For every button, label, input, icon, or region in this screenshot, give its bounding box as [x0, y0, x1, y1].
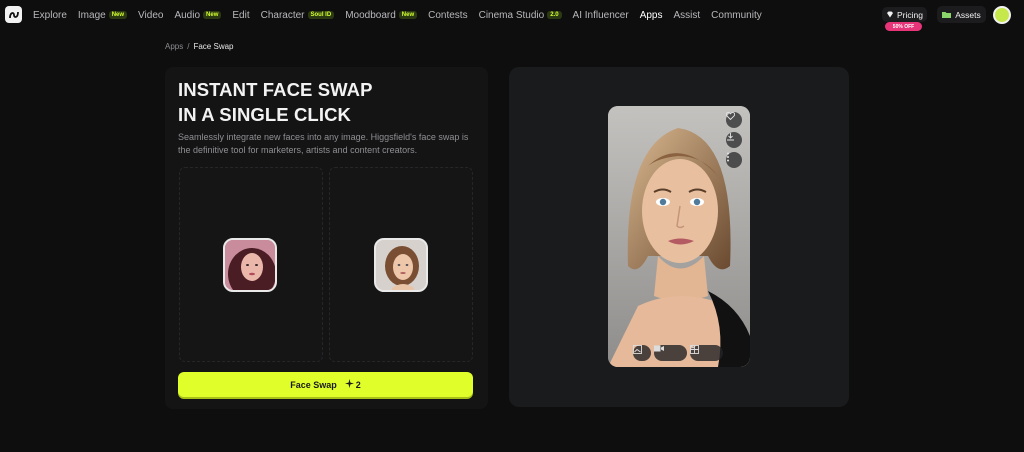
user-avatar[interactable]	[993, 6, 1011, 24]
breadcrumb-apps[interactable]: Apps	[165, 42, 183, 51]
sparkle-icon	[344, 379, 354, 390]
nav-assist[interactable]: Assist	[673, 10, 700, 21]
credits-cost: 2	[344, 379, 361, 390]
nav-video[interactable]: Video	[138, 10, 163, 21]
nav-menu: Explore Image New Video Audio New Edit Cha…	[33, 0, 773, 30]
nav-label: Contests	[428, 9, 468, 21]
new-badge: New	[108, 11, 128, 19]
download-button[interactable]	[726, 132, 742, 148]
face-swap-button-label: Face Swap	[290, 379, 337, 390]
nav-audio[interactable]: Audio New	[174, 9, 222, 21]
face-swap-button[interactable]: Face Swap 2	[178, 372, 473, 397]
nav-label: Video	[138, 9, 164, 21]
assets-label: Assets	[955, 9, 981, 20]
page-description: Seamlessly integrate new faces into any …	[178, 132, 469, 155]
nav-label: Audio	[174, 9, 201, 21]
nav-community[interactable]: Community	[711, 10, 762, 21]
more-options-button[interactable]	[726, 152, 742, 168]
nav-label: Cinema Studio	[478, 9, 545, 21]
nav-label: AI Influencer	[572, 9, 629, 21]
image-mode-button[interactable]	[633, 345, 651, 361]
breadcrumb-current: Face Swap	[193, 42, 234, 51]
nav-label: Apps	[639, 9, 663, 21]
target-image-thumbnail[interactable]	[374, 238, 428, 292]
video-mode-dropdown[interactable]	[654, 345, 687, 361]
soul-id-badge: Soul ID	[307, 11, 335, 19]
headline-line-2: IN A SINGLE CLICK	[178, 104, 351, 125]
nav-cinema-studio[interactable]: Cinema Studio 2.0	[479, 10, 562, 21]
nav-character[interactable]: Character Soul ID	[261, 10, 335, 21]
nav-label: Character	[260, 9, 305, 21]
assets-button[interactable]: Assets	[937, 6, 986, 23]
nav-ai-influencer[interactable]: AI Influencer	[573, 10, 629, 21]
discount-badge: 50% OFF	[885, 22, 922, 31]
nav-image[interactable]: Image New	[77, 9, 128, 21]
nav-label: Assist	[673, 9, 701, 21]
nav-label: Explore	[33, 9, 67, 21]
folder-icon	[942, 10, 952, 20]
layout-dropdown[interactable]	[690, 345, 723, 361]
credits-value: 2	[355, 379, 361, 390]
preview-image	[608, 106, 750, 367]
nav-label: Image	[77, 9, 106, 21]
nav-moodboard[interactable]: Moodboard New	[345, 9, 418, 21]
nav-label: Edit	[232, 9, 250, 21]
breadcrumb-separator: /	[187, 42, 190, 51]
new-badge: New	[203, 11, 222, 19]
nav-label: Community	[711, 9, 762, 21]
pricing-label: Pricing	[897, 9, 923, 20]
source-face-thumbnail[interactable]	[223, 238, 277, 292]
favorite-button[interactable]	[726, 112, 742, 128]
headline-line-1: INSTANT FACE SWAP	[178, 79, 373, 100]
page-title: INSTANT FACE SWAP IN A SINGLE CLICK	[178, 77, 478, 127]
nav-explore[interactable]: Explore	[33, 10, 67, 21]
logo-icon[interactable]	[5, 6, 22, 23]
breadcrumb: Apps / Face Swap	[165, 42, 234, 51]
new-badge: New	[398, 11, 418, 19]
nav-edit[interactable]: Edit	[232, 10, 249, 21]
nav-label: Moodboard	[345, 9, 396, 21]
version-badge: 2.0	[547, 11, 562, 19]
top-nav: Explore Image New Video Audio New Edit Cha…	[0, 0, 1024, 31]
nav-contests[interactable]: Contests	[428, 10, 467, 21]
pricing-button[interactable]: Pricing	[882, 7, 927, 22]
diamond-icon	[886, 10, 894, 20]
nav-apps[interactable]: Apps	[640, 10, 663, 21]
